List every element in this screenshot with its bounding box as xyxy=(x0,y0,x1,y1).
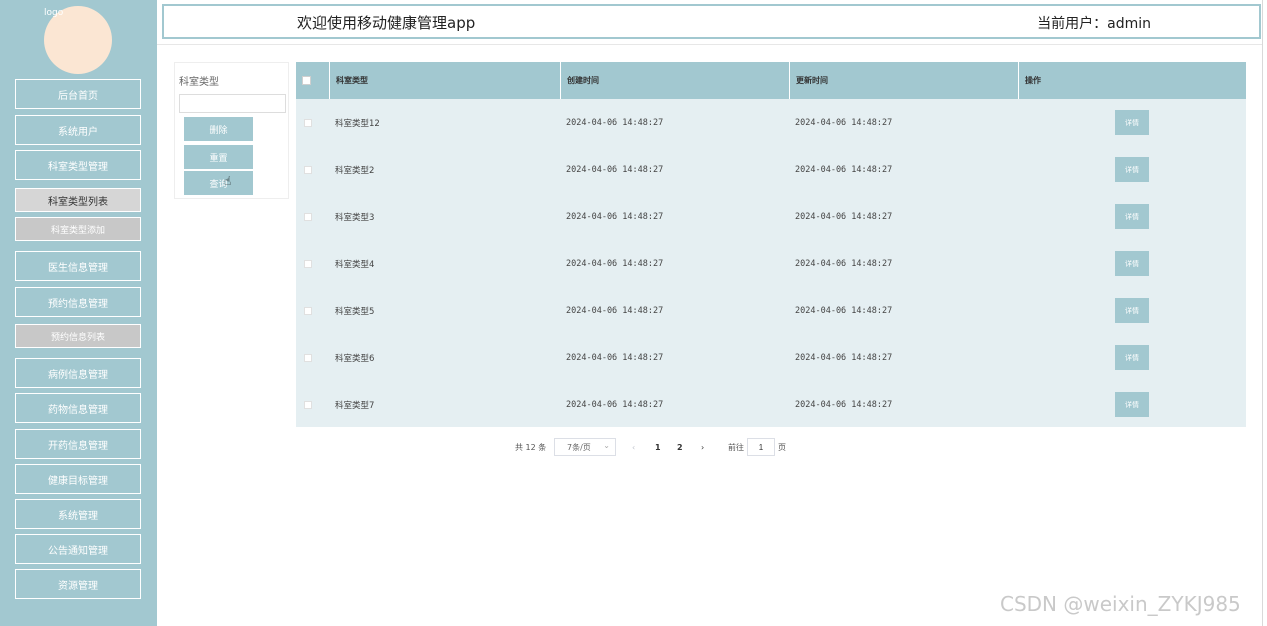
logo-image: logo xyxy=(44,8,64,18)
sidebar-item-department-type-management[interactable]: 科室类型管理 xyxy=(15,150,141,180)
column-header-action: 操作 xyxy=(1018,62,1246,99)
page-title: 欢迎使用移动健康管理app xyxy=(297,14,476,32)
next-page-button[interactable]: › xyxy=(701,438,704,456)
watermark: CSDN @weixin_ZYKJ985 xyxy=(1000,592,1241,616)
department-type-label: 科室类型 xyxy=(179,77,219,88)
pagination-total: 共 12 条 xyxy=(515,442,547,452)
detail-button[interactable]: 详情 xyxy=(1115,204,1149,229)
page-number-2[interactable]: 2 xyxy=(677,438,683,456)
page-number-1[interactable]: 1 xyxy=(655,438,661,456)
table-row: 科室类型7 2024-04-06 14:48:27 2024-04-06 14:48… xyxy=(296,381,1246,428)
delete-button[interactable]: 删除 xyxy=(184,117,253,141)
cell-updated-time: 2024-04-06 14:48:27 xyxy=(795,305,893,316)
cell-department-type: 科室类型6 xyxy=(335,353,375,364)
prev-page-button[interactable]: ‹ xyxy=(632,438,635,456)
detail-button[interactable]: 详情 xyxy=(1115,251,1149,276)
sidebar-item-system-management[interactable]: 系统管理 xyxy=(15,499,141,529)
reset-button[interactable]: 重置 xyxy=(184,145,253,169)
chevron-down-icon: ⌄ xyxy=(603,441,610,450)
row-checkbox[interactable] xyxy=(304,401,312,409)
cell-created-time: 2024-04-06 14:48:27 xyxy=(566,352,664,363)
detail-button[interactable]: 详情 xyxy=(1115,298,1149,323)
row-checkbox[interactable] xyxy=(304,260,312,268)
sidebar-item-prescription-management[interactable]: 开药信息管理 xyxy=(15,429,141,459)
cell-created-time: 2024-04-06 14:48:27 xyxy=(566,305,664,316)
sidebar: logo 后台首页 系统用户 科室类型管理 科室类型列表 科室类型添加 医生信息… xyxy=(0,0,157,626)
page-size-select[interactable]: 7条/页 ⌄ xyxy=(554,438,616,456)
table-header: 科室类型 创建时间 更新时间 操作 xyxy=(296,62,1246,99)
sidebar-item-announcement-management[interactable]: 公告通知管理 xyxy=(15,534,141,564)
row-checkbox[interactable] xyxy=(304,354,312,362)
sidebar-item-home[interactable]: 后台首页 xyxy=(15,79,141,109)
detail-button[interactable]: 详情 xyxy=(1115,157,1149,182)
detail-button[interactable]: 详情 xyxy=(1115,345,1149,370)
sidebar-item-department-type-list[interactable]: 科室类型列表 xyxy=(15,188,141,212)
goto-prefix: 前往 xyxy=(728,442,744,452)
detail-button[interactable]: 详情 xyxy=(1115,392,1149,417)
sidebar-item-appointment-list[interactable]: 预约信息列表 xyxy=(15,324,141,348)
cell-updated-time: 2024-04-06 14:48:27 xyxy=(795,164,893,175)
filter-panel: 科室类型 删除 重置 查询 xyxy=(174,62,289,199)
cell-department-type: 科室类型7 xyxy=(335,400,375,411)
cell-created-time: 2024-04-06 14:48:27 xyxy=(566,117,664,128)
row-checkbox[interactable] xyxy=(304,166,312,174)
department-type-input[interactable] xyxy=(179,94,286,113)
cell-department-type: 科室类型12 xyxy=(335,118,380,129)
cell-department-type: 科室类型2 xyxy=(335,165,375,176)
goto-page-input[interactable] xyxy=(747,438,775,456)
select-all-checkbox[interactable] xyxy=(302,76,311,85)
column-header-department-type[interactable]: 科室类型 xyxy=(329,62,560,99)
cell-updated-time: 2024-04-06 14:48:27 xyxy=(795,117,893,128)
goto-suffix: 页 xyxy=(778,442,786,452)
cell-created-time: 2024-04-06 14:48:27 xyxy=(566,258,664,269)
table-row: 科室类型3 2024-04-06 14:48:27 2024-04-06 14:48… xyxy=(296,193,1246,240)
table-row: 科室类型2 2024-04-06 14:48:27 2024-04-06 14:48… xyxy=(296,146,1246,193)
cell-updated-time: 2024-04-06 14:48:27 xyxy=(795,352,893,363)
current-user: 当前用户：admin xyxy=(1037,16,1151,32)
query-button[interactable]: 查询 xyxy=(184,171,253,195)
hand-cursor-icon: ☝ xyxy=(224,174,232,188)
row-checkbox[interactable] xyxy=(304,307,312,315)
cell-department-type: 科室类型4 xyxy=(335,259,375,270)
row-checkbox[interactable] xyxy=(304,119,312,127)
cell-updated-time: 2024-04-06 14:48:27 xyxy=(795,258,893,269)
page-size-value: 7条/页 xyxy=(567,442,591,452)
column-header-updated-time[interactable]: 更新时间 xyxy=(789,62,1018,99)
cell-created-time: 2024-04-06 14:48:27 xyxy=(566,164,664,175)
row-checkbox[interactable] xyxy=(304,213,312,221)
column-header-created-time[interactable]: 创建时间 xyxy=(560,62,789,99)
sidebar-item-medicine-info-management[interactable]: 药物信息管理 xyxy=(15,393,141,423)
cell-created-time: 2024-04-06 14:48:27 xyxy=(566,211,664,222)
window-edge xyxy=(1262,0,1267,626)
sidebar-item-resource-management[interactable]: 资源管理 xyxy=(15,569,141,599)
table-row: 科室类型6 2024-04-06 14:48:27 2024-04-06 14:48… xyxy=(296,334,1246,381)
cell-updated-time: 2024-04-06 14:48:27 xyxy=(795,211,893,222)
cell-department-type: 科室类型3 xyxy=(335,212,375,223)
sidebar-item-system-users[interactable]: 系统用户 xyxy=(15,115,141,145)
detail-button[interactable]: 详情 xyxy=(1115,110,1149,135)
sidebar-item-appointment-management[interactable]: 预约信息管理 xyxy=(15,287,141,317)
table-row: 科室类型12 2024-04-06 14:48:27 2024-04-06 14:4… xyxy=(296,99,1246,146)
sidebar-item-health-goal-management[interactable]: 健康目标管理 xyxy=(15,464,141,494)
header-divider xyxy=(157,44,1267,45)
cell-department-type: 科室类型5 xyxy=(335,306,375,317)
cell-created-time: 2024-04-06 14:48:27 xyxy=(566,399,664,410)
sidebar-item-case-info-management[interactable]: 病例信息管理 xyxy=(15,358,141,388)
table-row: 科室类型4 2024-04-06 14:48:27 2024-04-06 14:48… xyxy=(296,240,1246,287)
sidebar-item-department-type-add[interactable]: 科室类型添加 xyxy=(15,217,141,241)
cell-updated-time: 2024-04-06 14:48:27 xyxy=(795,399,893,410)
table-row: 科室类型5 2024-04-06 14:48:27 2024-04-06 14:48… xyxy=(296,287,1246,334)
sidebar-item-doctor-info-management[interactable]: 医生信息管理 xyxy=(15,251,141,281)
header-bar: 欢迎使用移动健康管理app 当前用户：admin xyxy=(162,4,1261,39)
department-type-table: 科室类型 创建时间 更新时间 操作 科室类型12 2024-04-06 14:48… xyxy=(296,62,1246,427)
